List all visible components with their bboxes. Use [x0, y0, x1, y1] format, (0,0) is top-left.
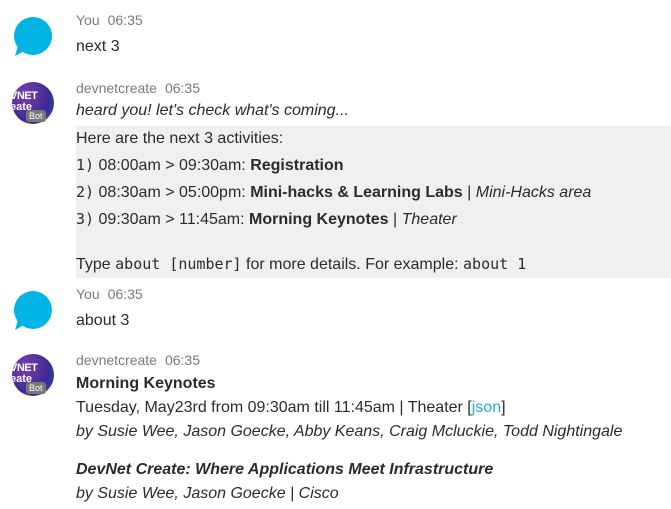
message-bot-1: VNET eate Bot devnetcreate 06:35 heard yo… — [0, 78, 671, 278]
session-speakers: by Susie Wee, Jason Goecke, Abby Keans, … — [76, 423, 623, 440]
timestamp: 06:35 — [164, 352, 200, 368]
message-user-2: You 06:35 about 3 — [0, 284, 671, 344]
message-text: next 3 — [76, 38, 120, 55]
code-snippet: about 1 — [463, 255, 527, 273]
json-link[interactable]: json — [472, 399, 501, 416]
session-details: Tuesday, May23rd from 09:30am till 11:45… — [76, 399, 506, 416]
sender-name: devnetcreate — [76, 352, 157, 368]
message-meta: You 06:35 — [76, 10, 671, 30]
bot-avatar[interactable]: VNET eate Bot — [12, 354, 54, 396]
sender-name: You — [76, 286, 100, 302]
bot-badge: Bot — [26, 110, 46, 122]
session-title: Morning Keynotes — [76, 375, 216, 392]
activity-item: 2) 08:30am > 05:00pm: Mini-hacks & Learn… — [76, 183, 592, 201]
panel-hint: Type about [number] for more details. Fo… — [76, 255, 527, 273]
activity-item: 3) 09:30am > 11:45am: Morning Keynotes |… — [76, 210, 457, 228]
code-snippet: about [number] — [115, 255, 242, 273]
message-user-1: You 06:35 next 3 — [0, 10, 671, 70]
timestamp: 06:35 — [107, 286, 143, 302]
message-meta: You 06:35 — [76, 284, 671, 304]
activity-item: 1) 08:00am > 09:30am: Registration — [76, 156, 344, 174]
talk-title: DevNet Create: Where Applications Meet I… — [76, 461, 494, 478]
chat-bubble-icon[interactable] — [12, 16, 54, 58]
bot-badge: Bot — [26, 382, 46, 394]
panel-heading: Here are the next 3 activities: — [76, 130, 284, 147]
message-meta: devnetcreate 06:35 — [76, 350, 671, 370]
message-intro: heard you! let's check what's coming... — [76, 102, 349, 119]
chat-bubble-icon[interactable] — [12, 290, 54, 332]
timestamp: 06:35 — [164, 80, 200, 96]
message-meta: devnetcreate 06:35 — [76, 78, 671, 98]
bot-avatar[interactable]: VNET eate Bot — [12, 82, 54, 124]
talk-speakers: by Susie Wee, Jason Goecke | Cisco — [76, 485, 339, 502]
message-text: about 3 — [76, 312, 130, 329]
sender-name: You — [76, 12, 100, 28]
timestamp: 06:35 — [107, 12, 143, 28]
sender-name: devnetcreate — [76, 80, 157, 96]
message-bot-2: VNET eate Bot devnetcreate 06:35 Morning … — [0, 350, 671, 505]
activities-panel: Here are the next 3 activities: 1) 08:00… — [76, 126, 671, 278]
